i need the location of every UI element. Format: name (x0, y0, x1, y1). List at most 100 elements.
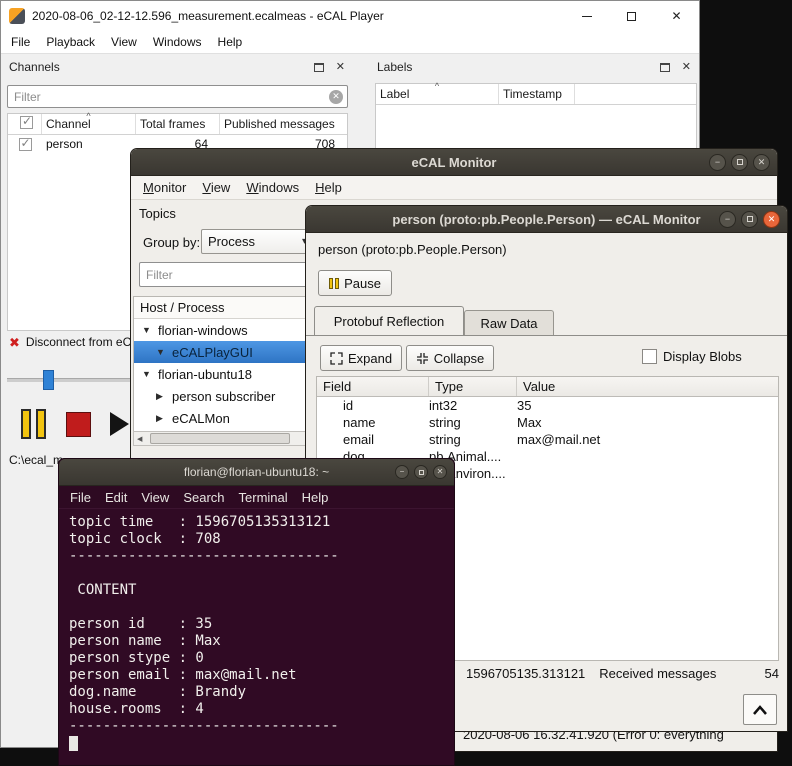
expanded-arrow-icon[interactable]: ▼ (142, 369, 151, 379)
expanded-arrow-icon[interactable]: ▼ (156, 347, 165, 357)
float-panel-icon[interactable] (659, 62, 670, 72)
expanded-arrow-icon[interactable]: ▼ (142, 325, 151, 335)
labels-table-header: ^ Label Timestamp (376, 82, 696, 105)
disconnect-button[interactable]: ✖ Disconnect from eCA... (9, 335, 149, 349)
column-header-timestamp[interactable]: Timestamp (499, 84, 575, 104)
collapse-button[interactable]: Collapse (406, 345, 494, 371)
minimize-button[interactable]: − (719, 210, 736, 228)
close-button[interactable]: ✕ (763, 210, 780, 228)
desktop: 2020-08-06_02-12-12.596_measurement.ecal… (0, 0, 792, 766)
close-button[interactable]: ✕ (433, 465, 447, 479)
column-header-value[interactable]: Value (517, 377, 778, 396)
menu-terminal[interactable]: Terminal (232, 487, 295, 508)
select-all-checkbox[interactable] (20, 114, 33, 129)
maximize-button[interactable] (731, 153, 748, 171)
group-by-label: Group by: (143, 235, 201, 250)
display-blobs-checkbox[interactable] (642, 349, 657, 364)
menu-windows[interactable]: Windows (145, 32, 210, 52)
tab-raw-data[interactable]: Raw Data (464, 310, 554, 335)
menu-help[interactable]: Help (210, 32, 251, 52)
menu-search[interactable]: Search (176, 487, 231, 508)
channels-table-header: ^Channel Total frames Published messages (8, 112, 347, 135)
menu-monitor[interactable]: Monitor (135, 177, 194, 198)
labels-dock-header: Labels ✕ (371, 57, 699, 77)
menu-playback[interactable]: Playback (38, 32, 103, 52)
channels-dock-header: Channels ✕ (3, 57, 353, 77)
pause-button[interactable] (11, 399, 55, 449)
scroll-to-top-button[interactable] (743, 694, 777, 725)
collapsed-arrow-icon[interactable]: ▶ (156, 391, 163, 402)
column-header-published-messages[interactable]: Published messages (220, 114, 347, 134)
menu-view[interactable]: View (194, 177, 238, 198)
column-header-channel[interactable]: ^ Channel (42, 112, 136, 134)
protobuf-table-header: Field Type Value (317, 377, 778, 397)
menu-file[interactable]: File (63, 487, 98, 508)
close-button[interactable]: ✕ (753, 153, 770, 171)
maximize-icon (418, 469, 424, 475)
monitor-titlebar[interactable]: eCAL Monitor − ✕ (131, 149, 777, 176)
column-header-label[interactable]: ^ Label (376, 82, 499, 104)
column-header-spacer (575, 84, 696, 104)
minimize-button[interactable] (564, 1, 609, 31)
menu-help[interactable]: Help (295, 487, 336, 508)
group-by-combobox[interactable]: Process ▾ (201, 229, 314, 254)
maximize-button[interactable] (609, 1, 654, 31)
pause-button[interactable]: Pause (318, 270, 392, 296)
terminal-menubar: File Edit View Search Terminal Help (59, 486, 454, 509)
channels-filter-input[interactable] (7, 85, 348, 108)
terminal-line: person email : max@mail.net (69, 667, 297, 683)
menu-help[interactable]: Help (307, 177, 350, 198)
expand-button[interactable]: Expand (320, 345, 402, 371)
terminal-line: -------------------------------- (69, 548, 339, 564)
close-panel-icon[interactable]: ✕ (682, 61, 691, 73)
disconnect-icon: ✖ (9, 334, 20, 350)
column-header-type[interactable]: Type (429, 377, 517, 396)
column-header-field[interactable]: Field (317, 377, 429, 396)
menu-view[interactable]: View (134, 487, 176, 508)
tab-protobuf-reflection[interactable]: Protobuf Reflection (314, 306, 464, 335)
maximize-button[interactable] (414, 465, 428, 479)
close-button[interactable]: ✕ (654, 1, 699, 31)
minimize-button[interactable]: − (709, 153, 726, 171)
topic-heading: person (proto:pb.People.Person) (318, 242, 507, 257)
table-row[interactable]: email string max@mail.net (317, 431, 778, 448)
monitor-window-title: eCAL Monitor (411, 154, 497, 170)
select-all-checkbox-cell[interactable] (8, 114, 42, 134)
terminal-line: person stype : 0 (69, 650, 204, 666)
float-panel-icon[interactable] (313, 62, 324, 72)
status-timestamp: 1596705135.313121 (466, 666, 586, 681)
close-panel-icon[interactable]: ✕ (336, 61, 345, 73)
minimize-button[interactable]: − (395, 465, 409, 479)
maximize-icon (746, 216, 753, 222)
terminal-titlebar[interactable]: florian@florian-ubuntu18: ~ − ✕ (59, 459, 454, 486)
display-blobs-option: Display Blobs (642, 349, 742, 364)
terminal-output[interactable]: topic time : 1596705135313121 topic cloc… (59, 508, 454, 765)
monitor-menubar: Monitor View Windows Help (131, 176, 777, 200)
player-titlebar[interactable]: 2020-08-06_02-12-12.596_measurement.ecal… (1, 1, 699, 31)
stop-button[interactable] (57, 399, 99, 449)
menu-edit[interactable]: Edit (98, 487, 134, 508)
player-window-title: 2020-08-06_02-12-12.596_measurement.ecal… (32, 9, 384, 23)
terminal-line: CONTENT (69, 582, 137, 598)
menu-windows[interactable]: Windows (238, 177, 307, 198)
menu-view[interactable]: View (103, 32, 145, 52)
channel-checkbox[interactable] (18, 137, 32, 151)
maximize-button[interactable] (741, 210, 758, 228)
collapsed-arrow-icon[interactable]: ▶ (156, 413, 163, 424)
scrollbar-thumb[interactable] (150, 433, 290, 444)
menu-file[interactable]: File (3, 32, 38, 52)
measurement-path-label: C:\ecal_m (9, 453, 64, 467)
scroll-left-icon[interactable]: ◀ (137, 435, 142, 443)
channels-panel-title: Channels (9, 60, 60, 74)
column-header-total-frames[interactable]: Total frames (136, 114, 220, 134)
table-row[interactable]: name string Max (317, 414, 778, 431)
channel-name-cell: person (46, 137, 83, 151)
minimize-icon (581, 15, 592, 17)
group-by-value: Process (208, 234, 255, 249)
person-titlebar[interactable]: person (proto:pb.People.Person) — eCAL M… (306, 206, 787, 233)
table-row[interactable]: id int32 35 (317, 397, 778, 414)
clear-filter-icon[interactable]: ✕ (329, 89, 343, 104)
playback-slider-handle[interactable] (43, 370, 54, 390)
status-received-label: Received messages (599, 666, 717, 681)
